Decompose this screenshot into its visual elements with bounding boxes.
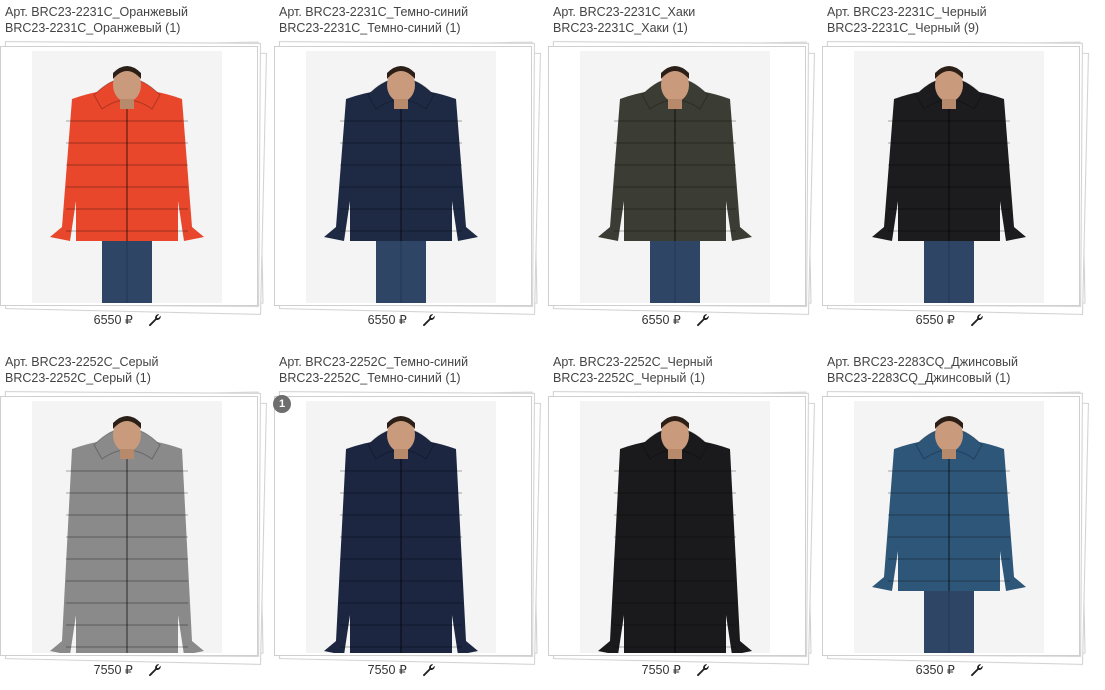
photo-stack[interactable]: [822, 390, 1090, 666]
jacket-photo: [32, 401, 222, 653]
product-title-block: Арт. BRC23-2283CQ_Джинсовый BRC23-2283CQ…: [827, 354, 1018, 386]
photo-stack[interactable]: [0, 390, 268, 666]
product-variant: BRC23-2252C_Черный (1): [553, 371, 706, 385]
price-row: 7550 ₽: [548, 662, 804, 677]
price-row: 7550 ₽: [0, 662, 256, 677]
price-row: 6550 ₽: [822, 312, 1078, 327]
product-card[interactable]: Арт. BRC23-2252C_Черный BRC23-2252C_Черн…: [548, 350, 816, 690]
wrench-icon[interactable]: [422, 313, 436, 327]
product-card[interactable]: Арт. BRC23-2252C_Серый BRC23-2252C_Серый…: [0, 350, 268, 690]
wrench-icon[interactable]: [970, 663, 984, 677]
product-photo-frame[interactable]: 1: [273, 395, 532, 656]
wrench-icon[interactable]: [148, 663, 162, 677]
product-article: Арт. BRC23-2231C_Черный: [827, 5, 987, 19]
jacket-photo: [306, 51, 496, 303]
product-variant: BRC23-2283CQ_Джинсовый (1): [827, 371, 1011, 385]
product-price: 6550 ₽: [641, 313, 681, 328]
jacket-photo: [854, 401, 1044, 653]
product-photo-frame[interactable]: [548, 396, 806, 656]
product-title-block: Арт. BRC23-2252C_Серый BRC23-2252C_Серый…: [5, 354, 158, 386]
wrench-icon[interactable]: [970, 313, 984, 327]
product-price: 6350 ₽: [915, 663, 955, 678]
price-row: 6550 ₽: [548, 312, 804, 327]
product-price: 7550 ₽: [641, 663, 681, 678]
product-photo[interactable]: [306, 401, 496, 653]
product-card[interactable]: Арт. BRC23-2252C_Темно-синий BRC23-2252C…: [273, 350, 542, 690]
product-photo-frame[interactable]: [822, 396, 1080, 656]
product-title-block: Арт. BRC23-2252C_Темно-синий BRC23-2252C…: [279, 354, 468, 386]
product-variant: BRC23-2231C_Черный (9): [827, 21, 980, 35]
product-price: 7550 ₽: [93, 663, 133, 678]
product-photo-frame[interactable]: [0, 46, 258, 306]
product-photo-frame[interactable]: [0, 396, 258, 656]
product-article: Арт. BRC23-2231C_Оранжевый: [5, 5, 188, 19]
price-row: 6550 ₽: [274, 312, 530, 327]
product-title-block: Арт. BRC23-2231C_Темно-синий BRC23-2231C…: [279, 4, 468, 36]
product-variant: BRC23-2231C_Хаки (1): [553, 21, 688, 35]
product-photo[interactable]: [854, 51, 1044, 303]
product-article: Арт. BRC23-2252C_Серый: [5, 355, 159, 369]
price-row: 6550 ₽: [0, 312, 256, 327]
wrench-icon[interactable]: [696, 313, 710, 327]
price-row: 6350 ₽: [822, 662, 1078, 677]
jacket-photo: [32, 51, 222, 303]
photo-stack[interactable]: [548, 390, 816, 666]
product-card[interactable]: Арт. BRC23-2231C_Оранжевый BRC23-2231C_О…: [0, 0, 268, 340]
jacket-photo: [580, 401, 770, 653]
product-price: 6550 ₽: [367, 313, 407, 328]
product-price: 6550 ₽: [93, 313, 133, 328]
product-title-block: Арт. BRC23-2231C_Оранжевый BRC23-2231C_О…: [5, 4, 188, 36]
photo-stack[interactable]: [822, 40, 1090, 316]
product-variant: BRC23-2252C_Темно-синий (1): [279, 371, 461, 385]
product-variant: BRC23-2231C_Оранжевый (1): [5, 21, 181, 35]
product-title-block: Арт. BRC23-2231C_Черный BRC23-2231C_Черн…: [827, 4, 987, 36]
product-photo-frame[interactable]: [274, 46, 532, 306]
product-article: Арт. BRC23-2231C_Хаки: [553, 5, 696, 19]
wrench-icon[interactable]: [422, 663, 436, 677]
product-price: 6550 ₽: [915, 313, 955, 328]
product-photo[interactable]: [580, 401, 770, 653]
product-card[interactable]: Арт. BRC23-2231C_Хаки BRC23-2231C_Хаки (…: [548, 0, 816, 340]
wrench-icon[interactable]: [696, 663, 710, 677]
product-article: Арт. BRC23-2252C_Черный: [553, 355, 713, 369]
product-photo[interactable]: [32, 401, 222, 653]
product-card[interactable]: Арт. BRC23-2283CQ_Джинсовый BRC23-2283CQ…: [822, 350, 1090, 690]
jacket-photo: [580, 51, 770, 303]
product-photo[interactable]: [32, 51, 222, 303]
product-card[interactable]: Арт. BRC23-2231C_Темно-синий BRC23-2231C…: [274, 0, 542, 340]
product-photo-frame[interactable]: [548, 46, 806, 306]
product-card[interactable]: Арт. BRC23-2231C_Черный BRC23-2231C_Черн…: [822, 0, 1090, 340]
jacket-photo: [854, 51, 1044, 303]
product-title-block: Арт. BRC23-2231C_Хаки BRC23-2231C_Хаки (…: [553, 4, 695, 36]
photo-stack[interactable]: [0, 40, 268, 316]
product-variant: BRC23-2252C_Серый (1): [5, 371, 151, 385]
jacket-photo: [306, 401, 496, 653]
product-price: 7550 ₽: [367, 663, 407, 678]
photo-stack[interactable]: [548, 40, 816, 316]
photo-stack[interactable]: 1: [273, 390, 542, 666]
price-row: 7550 ₽: [274, 662, 530, 677]
photo-stack[interactable]: [274, 40, 542, 316]
product-photo[interactable]: [580, 51, 770, 303]
photo-count-badge: 1: [273, 395, 291, 413]
product-article: Арт. BRC23-2231C_Темно-синий: [279, 5, 469, 19]
product-variant: BRC23-2231C_Темно-синий (1): [279, 21, 461, 35]
product-article: Арт. BRC23-2283CQ_Джинсовый: [827, 355, 1018, 369]
product-article: Арт. BRC23-2252C_Темно-синий: [279, 355, 469, 369]
product-photo-frame[interactable]: [822, 46, 1080, 306]
wrench-icon[interactable]: [148, 313, 162, 327]
product-title-block: Арт. BRC23-2252C_Черный BRC23-2252C_Черн…: [553, 354, 713, 386]
product-photo[interactable]: [854, 401, 1044, 653]
product-photo[interactable]: [306, 51, 496, 303]
